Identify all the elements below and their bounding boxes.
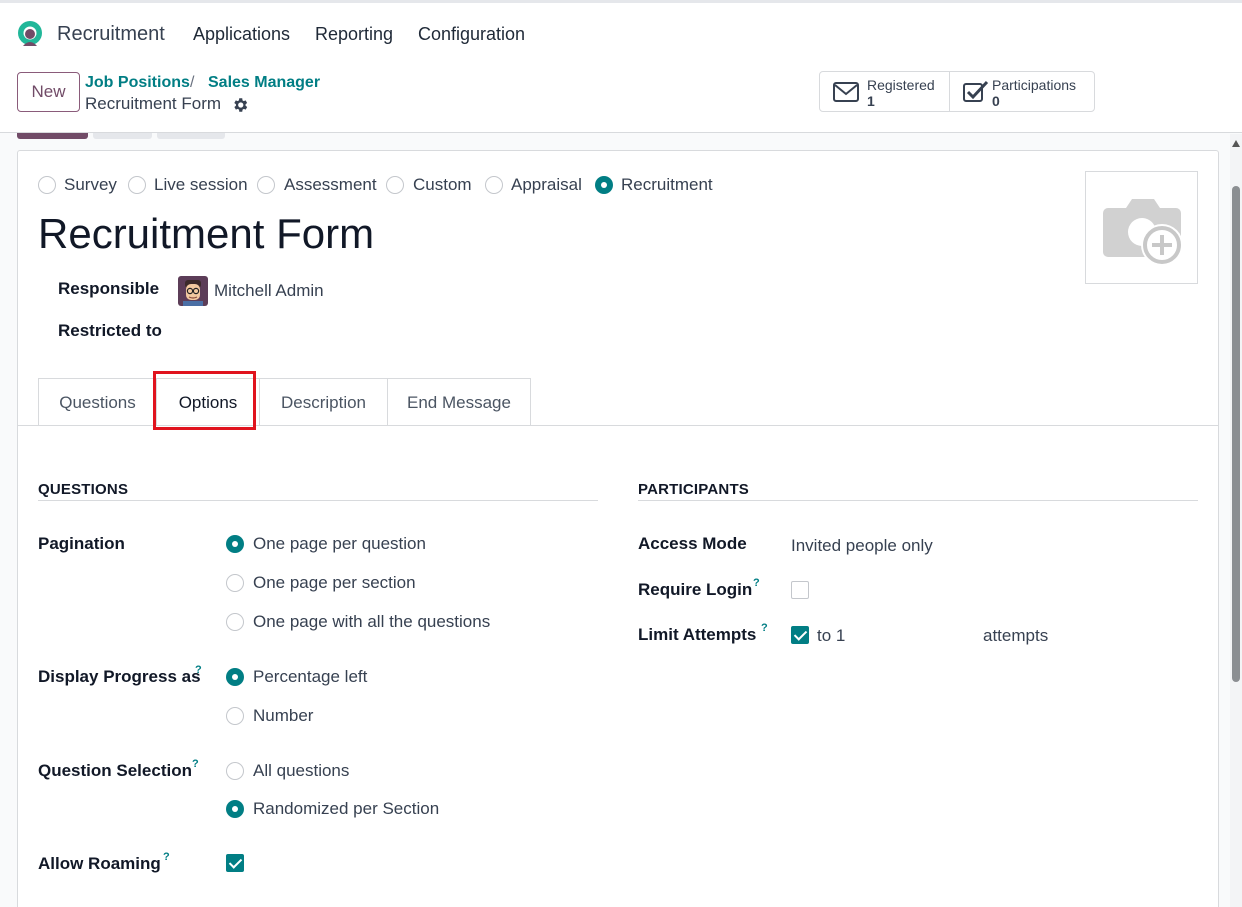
gear-icon[interactable] — [231, 96, 249, 114]
radio-label-one-page-all-questions[interactable]: One page with all the questions — [253, 612, 490, 632]
radio-label-assessment[interactable]: Assessment — [284, 175, 377, 195]
radio-label-one-page-per-question[interactable]: One page per question — [253, 534, 426, 554]
control-panel: New Job Positions / Sales Manager Recrui… — [0, 61, 1242, 133]
attempts-suffix: attempts — [983, 626, 1049, 645]
allow-roaming-label: Allow Roaming — [38, 854, 161, 873]
envelope-icon — [833, 82, 859, 102]
radio-number[interactable] — [226, 707, 244, 725]
tab-questions[interactable]: Questions — [38, 378, 157, 426]
responsible-label: Responsible — [58, 279, 160, 298]
radio-one-page-per-question[interactable] — [226, 535, 244, 553]
help-tooltip-icon[interactable]: ? — [163, 851, 170, 863]
section-divider — [638, 500, 1198, 501]
scroll-up-arrow-icon[interactable] — [1232, 140, 1240, 147]
camera-plus-icon — [1103, 199, 1183, 266]
access-mode-select[interactable]: Invited people only — [791, 536, 933, 556]
help-tooltip-icon[interactable]: ? — [761, 622, 768, 634]
new-button[interactable]: New — [17, 72, 80, 112]
form-sheet — [17, 150, 1219, 907]
registered-value: 1 — [867, 93, 875, 109]
radio-label-recruitment[interactable]: Recruitment — [621, 175, 713, 195]
radio-live-session[interactable] — [128, 176, 146, 194]
statusbar-button[interactable] — [157, 133, 225, 139]
participations-stat-button[interactable]: Participations 0 — [949, 71, 1095, 112]
radio-randomized-per-section[interactable] — [226, 800, 244, 818]
record-name: Recruitment Form — [85, 94, 222, 113]
attempts-limit-input[interactable]: to 1 — [817, 626, 845, 646]
annotation-highlight-box — [153, 371, 256, 430]
restricted-to-label: Restricted to — [58, 321, 162, 340]
registered-stat-button[interactable]: Registered 1 — [819, 71, 950, 112]
radio-one-page-per-section[interactable] — [226, 574, 244, 592]
avatar — [178, 276, 208, 306]
participations-value: 0 — [992, 93, 1000, 109]
radio-label-one-page-per-section[interactable]: One page per section — [253, 573, 416, 593]
help-tooltip-icon[interactable]: ? — [192, 758, 199, 770]
radio-recruitment[interactable] — [595, 176, 613, 194]
radio-label-percentage-left[interactable]: Percentage left — [253, 667, 367, 687]
participations-label: Participations — [992, 77, 1077, 93]
pagination-label: Pagination — [38, 534, 125, 553]
display-progress-label: Display Progress as — [38, 667, 201, 686]
survey-title[interactable]: Recruitment Form — [38, 210, 374, 258]
limit-attempts-checkbox[interactable] — [791, 626, 809, 644]
radio-label-custom[interactable]: Custom — [413, 175, 472, 195]
scrollbar-thumb[interactable] — [1232, 186, 1240, 682]
responsible-value[interactable]: Mitchell Admin — [214, 281, 324, 301]
radio-survey[interactable] — [38, 176, 56, 194]
checkbox-icon — [963, 80, 989, 102]
participants-section-title: PARTICIPANTS — [638, 481, 750, 498]
statusbar-button-primary[interactable] — [17, 133, 88, 139]
help-tooltip-icon[interactable]: ? — [753, 577, 760, 589]
breadcrumb-separator: / — [190, 74, 195, 91]
questions-section-title: QUESTIONS — [38, 481, 129, 498]
require-login-checkbox[interactable] — [791, 581, 809, 599]
help-tooltip-icon[interactable]: ? — [195, 664, 202, 676]
radio-label-live-session[interactable]: Live session — [154, 175, 248, 195]
menu-reporting[interactable]: Reporting — [315, 24, 393, 45]
recruitment-logo-icon[interactable] — [16, 20, 44, 48]
breadcrumb-job-positions[interactable]: Job Positions — [85, 74, 190, 92]
top-navbar: Recruitment Applications Reporting Confi… — [0, 3, 1242, 61]
radio-label-randomized-per-section[interactable]: Randomized per Section — [253, 799, 439, 819]
radio-assessment[interactable] — [257, 176, 275, 194]
menu-configuration[interactable]: Configuration — [418, 24, 525, 45]
radio-label-all-questions[interactable]: All questions — [253, 761, 349, 781]
question-selection-label: Question Selection — [38, 761, 192, 780]
app-name[interactable]: Recruitment — [57, 23, 165, 46]
radio-percentage-left[interactable] — [226, 668, 244, 686]
limit-attempts-label: Limit Attempts — [638, 625, 757, 644]
breadcrumb-sales-manager[interactable]: Sales Manager — [208, 74, 320, 92]
radio-appraisal[interactable] — [485, 176, 503, 194]
radio-custom[interactable] — [386, 176, 404, 194]
access-mode-label: Access Mode — [638, 534, 747, 553]
require-login-label: Require Login — [638, 580, 753, 599]
allow-roaming-checkbox[interactable] — [226, 854, 244, 872]
radio-one-page-all-questions[interactable] — [226, 613, 244, 631]
survey-image-upload[interactable] — [1085, 171, 1198, 284]
radio-label-number[interactable]: Number — [253, 706, 313, 726]
menu-applications[interactable]: Applications — [193, 24, 290, 45]
statusbar-button[interactable] — [93, 133, 152, 139]
radio-label-appraisal[interactable]: Appraisal — [511, 175, 582, 195]
tab-end-message[interactable]: End Message — [387, 378, 531, 426]
radio-label-survey[interactable]: Survey — [64, 175, 117, 195]
tab-description[interactable]: Description — [259, 378, 388, 426]
registered-label: Registered — [867, 77, 935, 93]
radio-all-questions[interactable] — [226, 762, 244, 780]
section-divider — [38, 500, 598, 501]
